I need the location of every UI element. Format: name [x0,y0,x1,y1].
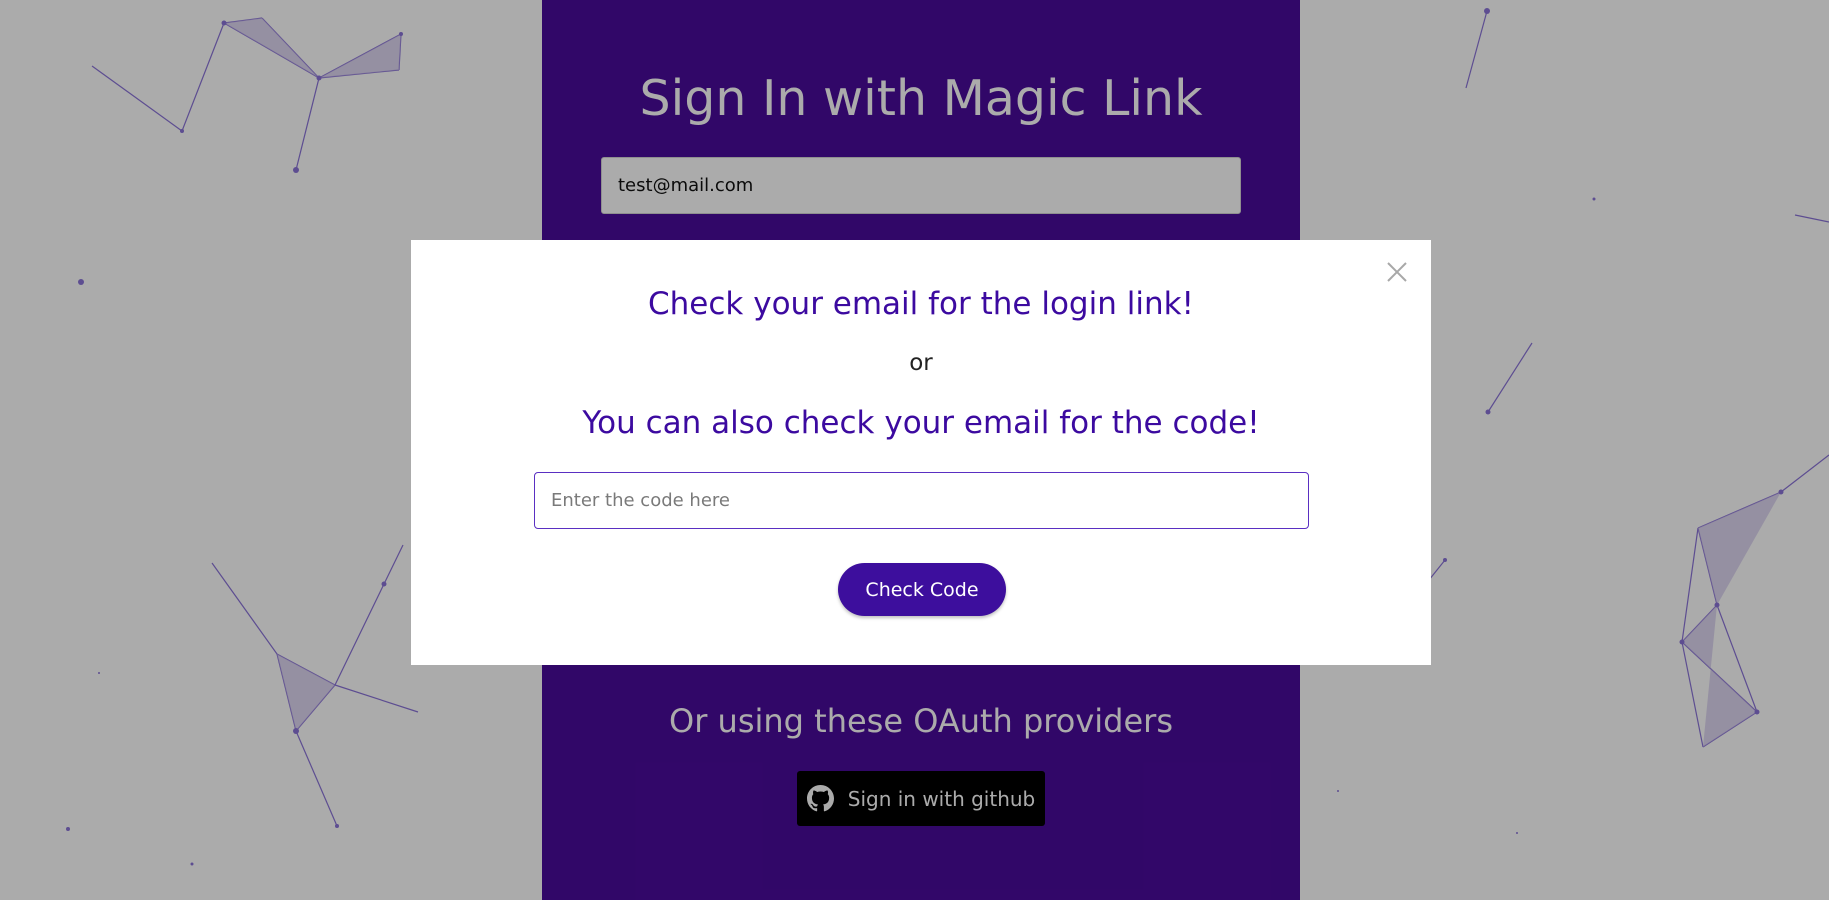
verify-code-modal: Check your email for the login link! or … [411,240,1431,665]
code-input[interactable] [534,472,1309,529]
modal-title: Check your email for the login link! [648,286,1194,322]
modal-or-text: or [909,350,933,376]
check-code-button[interactable]: Check Code [838,563,1006,616]
modal-subtitle: You can also check your email for the co… [582,405,1260,441]
close-icon[interactable] [1383,258,1411,286]
